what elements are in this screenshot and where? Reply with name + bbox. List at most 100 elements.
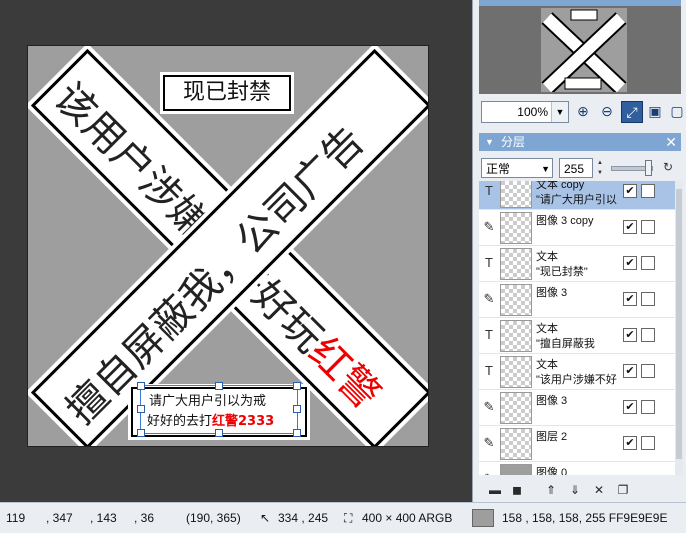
scrollbar-thumb[interactable] [676,189,682,459]
move-up-icon[interactable]: ⇑ [543,482,559,498]
layer-row[interactable]: T 文本 "该用户涉嫌不好 ✔ [479,353,675,390]
layer-lock-checkbox[interactable] [641,220,655,234]
resize-handle-tr[interactable] [293,382,301,390]
layer-row[interactable]: ✎ 图像 3 ✔ [479,281,675,318]
brush-icon: ✎ [483,219,495,234]
reset-icon[interactable]: ↻ [663,160,673,174]
layer-list[interactable]: T 文本 copy "请广大用户引以 ✔ ✎ 图像 3 copy ✔ T 文本 … [479,181,675,475]
layer-subtitle: "该用户涉嫌不好 [536,374,617,386]
layer-thumbnail [500,248,532,280]
zoom-select[interactable]: 100% ▼ [481,101,569,123]
brush-icon: ✎ [483,435,495,450]
layer-name: 文本 [536,323,558,335]
new-layer-icon[interactable]: ▬ [487,482,503,498]
selection-box[interactable] [137,382,301,437]
layer-visibility-checkbox[interactable]: ✔ [623,364,637,378]
layer-visibility-checkbox[interactable]: ✔ [623,256,637,270]
status-value-2: , 347 [46,511,73,525]
text-layer-icon: T [485,363,493,378]
layer-row[interactable]: ✎ 图像 3 ✔ [479,389,675,426]
fullscreen-icon[interactable]: ▢ [667,101,686,121]
resize-handle-br[interactable] [293,429,301,437]
zoom-value: 100% [517,105,548,119]
layer-thumbnail [500,392,532,424]
text-layer-icon: T [485,255,493,270]
layer-row[interactable]: ✎ 图像 0 [479,461,675,475]
layer-lock-checkbox[interactable] [641,400,655,414]
layer-visibility-checkbox[interactable]: ✔ [623,220,637,234]
layer-lock-checkbox[interactable] [641,364,655,378]
banned-title-box: 现已封禁 [163,75,291,111]
status-bar: 119 , 347 , 143 , 36 (190, 365) ↖ 334 , … [0,502,686,533]
status-value-3: , 143 [90,511,117,525]
layer-lock-checkbox[interactable] [641,292,655,306]
resize-handle-bm[interactable] [215,429,223,437]
layer-visibility-checkbox[interactable]: ✔ [623,400,637,414]
opacity-slider-handle[interactable] [645,160,652,176]
collapse-arrow-icon[interactable]: ▼ [485,133,494,151]
opacity-input[interactable]: 255 [559,158,593,178]
layer-options-row: 正常 ▼ 255 ▲ ▼ ↻ [479,156,681,180]
resize-handle-bl[interactable] [137,429,145,437]
status-x: 119 [6,511,26,525]
chevron-down-icon[interactable]: ▼ [551,102,568,122]
resize-handle-ml[interactable] [137,405,145,413]
move-down-icon[interactable]: ⇓ [567,482,583,498]
layer-row[interactable]: ✎ 图像 3 copy ✔ [479,209,675,246]
brush-icon: ✎ [483,471,495,475]
zoom-out-icon[interactable]: ⊖ [597,101,617,121]
image-canvas[interactable]: 该用户涉嫌不好好玩红警 擅自屏蔽我，公司广告 现已封禁 请广大用户引以为戒 好好… [27,45,429,447]
pointer-icon: ↖ [260,511,271,525]
blend-mode-select[interactable]: 正常 ▼ [481,158,553,178]
layer-thumbnail [500,212,532,244]
layer-row[interactable]: T 文本 copy "请广大用户引以 ✔ [479,181,675,210]
layer-visibility-checkbox[interactable]: ✔ [623,184,637,198]
merge-icon[interactable]: ❐ [615,482,631,498]
zoom-in-icon[interactable]: ⊕ [573,101,593,121]
layer-list-scrollbar[interactable] [675,181,683,475]
layers-panel-header: ▼ 分层 ✕ [479,133,681,151]
layer-name: 图像 3 [536,287,568,299]
close-icon[interactable]: ✕ [665,133,677,151]
layer-thumbnail [500,428,532,460]
layer-row[interactable]: T 文本 "擅自屏蔽我 ✔ [479,317,675,354]
canvas-workspace[interactable]: 该用户涉嫌不好好玩红警 擅自屏蔽我，公司广告 现已封禁 请广大用户引以为戒 好好… [0,0,472,502]
layer-subtitle: "现已封禁" [536,266,588,278]
layer-lock-checkbox[interactable] [641,184,655,198]
layer-thumbnail [500,464,532,475]
layer-name: 图层 2 [536,431,568,443]
cursor-position: (190, 365) [186,511,241,525]
resize-handle-tl[interactable] [137,382,145,390]
navigator-panel[interactable] [479,6,681,94]
image-size: 400 × 400 ARGB [362,511,453,525]
layer-visibility-checkbox[interactable]: ✔ [623,436,637,450]
layer-lock-checkbox[interactable] [641,256,655,270]
blend-mode-value: 正常 [486,162,511,176]
opacity-spinner-icon[interactable]: ▲ ▼ [595,158,605,178]
pointer-position: 334 , 245 [278,511,329,525]
delete-icon[interactable]: ✕ [591,482,607,498]
resize-icon: ⛶ [344,511,353,525]
status-value-4: , 36 [134,511,155,525]
layer-visibility-checkbox[interactable]: ✔ [623,328,637,342]
new-group-icon[interactable]: ◼ [509,482,525,498]
layer-lock-checkbox[interactable] [641,328,655,342]
layers-panel-title: 分层 [501,135,526,149]
right-panel: 100% ▼ ⊕ ⊖ ⤢ ▣ ▢ ▼ 分层 ✕ 正常 ▼ 255 ▲ ▼ ↻ T … [472,0,686,502]
actual-size-icon[interactable]: ▣ [645,101,665,121]
navigator-preview[interactable] [541,8,627,92]
resize-handle-mr[interactable] [293,405,301,413]
layer-visibility-checkbox[interactable]: ✔ [623,292,637,306]
text-layer-icon: T [485,327,493,342]
brush-icon: ✎ [483,291,495,306]
layer-subtitle: "请广大用户引以 [536,194,617,206]
fit-window-icon[interactable]: ⤢ [621,101,643,123]
text-layer-icon: T [485,183,493,198]
layer-row[interactable]: ✎ 图层 2 ✔ [479,425,675,462]
chevron-down-icon: ▼ [541,164,550,174]
layer-row[interactable]: T 文本 "现已封禁" ✔ [479,245,675,282]
color-values: 158 , 158, 158, 255 FF9E9E9E [502,511,668,525]
layer-subtitle: "擅自屏蔽我 [536,338,595,350]
layer-lock-checkbox[interactable] [641,436,655,450]
resize-handle-tm[interactable] [215,382,223,390]
